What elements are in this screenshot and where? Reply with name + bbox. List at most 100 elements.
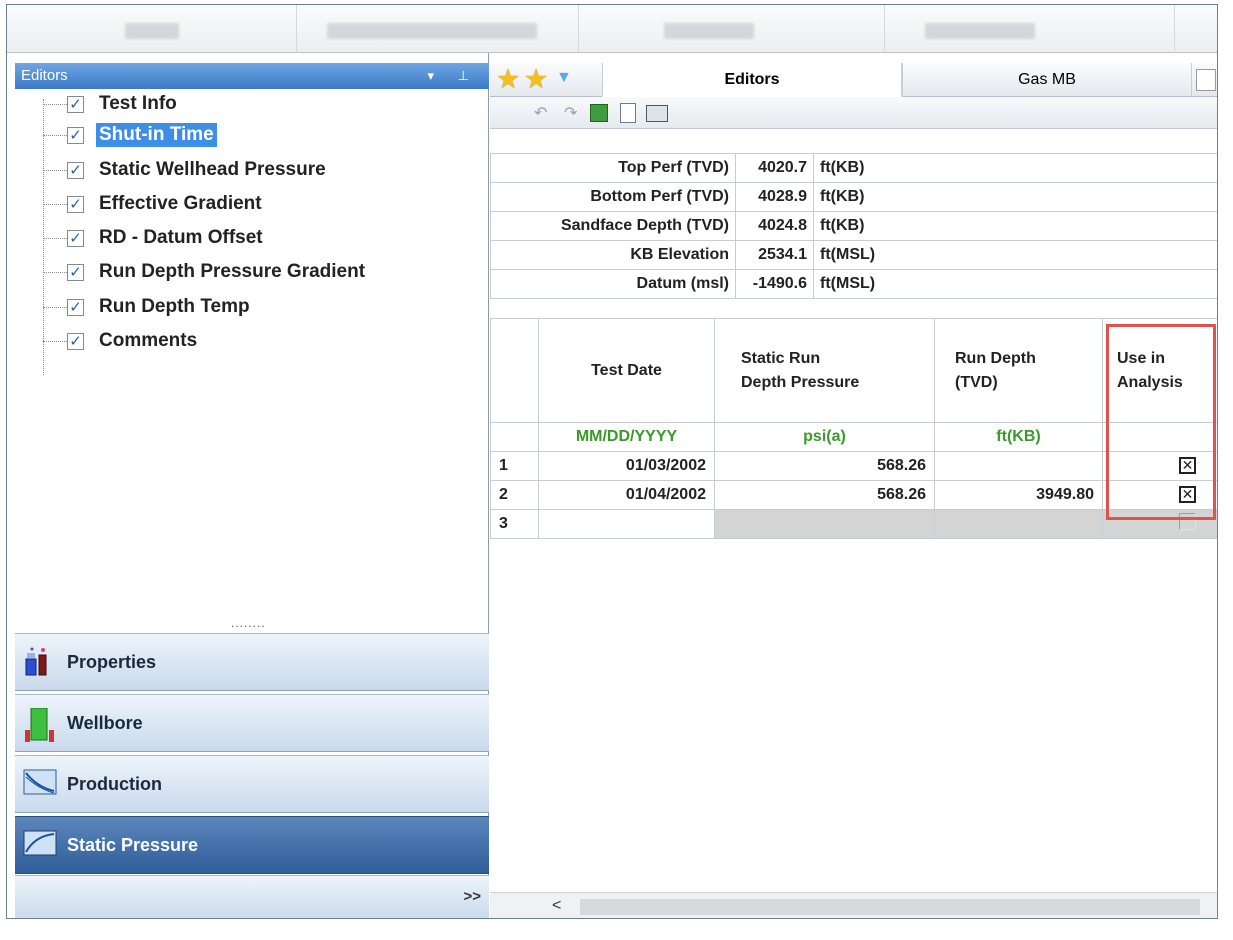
cell-pressure[interactable]: 568.26 bbox=[714, 451, 935, 481]
row-number[interactable]: 3 bbox=[490, 509, 539, 539]
cell-run-depth[interactable]: 3949.80 bbox=[934, 480, 1103, 510]
tree-item[interactable]: ✓ Shut-in Time bbox=[43, 120, 217, 150]
top-tab[interactable] bbox=[579, 5, 885, 53]
horizontal-scrollbar[interactable]: < bbox=[490, 892, 1217, 918]
well-info-unit: ft(MSL) bbox=[813, 269, 1217, 299]
cell-test-date[interactable] bbox=[538, 509, 715, 539]
column-header-test-date[interactable]: Test Date bbox=[538, 318, 715, 423]
top-tab[interactable] bbox=[297, 5, 579, 53]
well-info-label: Bottom Perf (TVD) bbox=[490, 182, 736, 212]
tree-checkbox[interactable]: ✓ bbox=[67, 229, 84, 247]
chevron-down-icon[interactable]: ▼ bbox=[556, 69, 572, 87]
cell-pressure[interactable]: 568.26 bbox=[714, 480, 935, 510]
tab-gas-mb[interactable]: Gas MB bbox=[902, 63, 1192, 97]
tree-connector bbox=[43, 169, 67, 171]
well-info-unit: ft(KB) bbox=[813, 153, 1217, 183]
wellbore-icon bbox=[23, 707, 57, 742]
nav-static-pressure[interactable]: Static Pressure bbox=[15, 816, 489, 874]
well-info-label: Datum (msl) bbox=[490, 269, 736, 299]
row-number[interactable]: 1 bbox=[490, 451, 539, 481]
print-icon[interactable] bbox=[646, 105, 668, 122]
tree-connector bbox=[43, 306, 67, 308]
tree-checkbox[interactable]: ✓ bbox=[67, 195, 84, 213]
well-info-row: Datum (msl) -1490.6 ft(MSL) bbox=[490, 269, 1217, 299]
top-tab[interactable] bbox=[7, 5, 297, 53]
well-info-unit: ft(KB) bbox=[813, 182, 1217, 212]
undo-icon[interactable]: ↶ bbox=[534, 103, 547, 123]
top-tab[interactable] bbox=[885, 5, 1175, 53]
cell-run-depth[interactable] bbox=[934, 509, 1103, 539]
cell-test-date[interactable]: 01/04/2002 bbox=[538, 480, 715, 510]
tree-checkbox[interactable]: ✓ bbox=[67, 263, 84, 281]
column-header-pressure[interactable]: Static Run Depth Pressure bbox=[714, 318, 935, 423]
nav-overflow-button[interactable]: >> bbox=[15, 875, 489, 918]
tab-bar: ★ ★ ▼ Editors Gas MB bbox=[490, 63, 1217, 97]
new-tab-icon[interactable] bbox=[1196, 69, 1216, 91]
well-info-value[interactable]: 4020.7 bbox=[735, 153, 814, 183]
tree-connector bbox=[43, 271, 67, 273]
pressure-chart-icon bbox=[23, 830, 57, 860]
scroll-left-icon[interactable]: < bbox=[552, 897, 561, 915]
tree-connector bbox=[43, 237, 67, 239]
column-header-label: Run Depth bbox=[955, 349, 1036, 367]
nav-wellbore[interactable]: Wellbore bbox=[15, 694, 489, 752]
favorite-star-icon[interactable]: ★ bbox=[496, 66, 520, 93]
grid-corner bbox=[490, 422, 539, 452]
well-info-value[interactable]: 4024.8 bbox=[735, 211, 814, 241]
tree-item[interactable]: ✓ Static Wellhead Pressure bbox=[43, 155, 329, 185]
tab-editors[interactable]: Editors bbox=[602, 63, 902, 97]
nav-label: Production bbox=[67, 773, 162, 794]
tree-item[interactable]: ✓ Run Depth Pressure Gradient bbox=[43, 257, 368, 287]
tree-checkbox[interactable]: ✓ bbox=[67, 95, 84, 113]
cell-run-depth[interactable] bbox=[934, 451, 1103, 481]
well-info-label: KB Elevation bbox=[490, 240, 736, 270]
panel-splitter[interactable]: ........ bbox=[231, 616, 266, 630]
editors-panel-header: Editors ▾ ⊥ bbox=[15, 63, 489, 89]
tree-checkbox[interactable]: ✓ bbox=[67, 126, 84, 144]
redo-icon[interactable]: ↷ bbox=[564, 103, 577, 123]
well-info-label: Sandface Depth (TVD) bbox=[490, 211, 736, 241]
cell-pressure[interactable] bbox=[714, 509, 935, 539]
tree-item-label: Shut-in Time bbox=[96, 123, 217, 147]
print-preview-icon[interactable] bbox=[620, 103, 636, 123]
well-info-unit: ft(MSL) bbox=[813, 240, 1217, 270]
tree-item[interactable]: ✓ Run Depth Temp bbox=[43, 292, 253, 322]
well-info-row: Sandface Depth (TVD) 4024.8 ft(KB) bbox=[490, 211, 1217, 241]
top-toolbar bbox=[7, 5, 1217, 53]
tree-item[interactable]: ✓ Test Info bbox=[43, 89, 180, 119]
column-header-run-depth[interactable]: Run Depth (TVD) bbox=[934, 318, 1103, 423]
excel-export-icon[interactable] bbox=[590, 104, 608, 122]
tree-item-label: Effective Gradient bbox=[99, 193, 262, 214]
pin-icon[interactable]: ▾ ⊥ bbox=[428, 63, 479, 89]
scrollbar-thumb[interactable] bbox=[580, 899, 1200, 915]
tree-item[interactable]: ✓ Comments bbox=[43, 326, 200, 356]
row-number[interactable]: 2 bbox=[490, 480, 539, 510]
add-favorite-star-icon[interactable]: ★ bbox=[524, 66, 548, 93]
unit-cell: psi(a) bbox=[714, 422, 935, 452]
well-info-row: Top Perf (TVD) 4020.7 ft(KB) bbox=[490, 153, 1217, 183]
tree-item[interactable]: ✓ RD - Datum Offset bbox=[43, 223, 266, 253]
tree-connector bbox=[43, 340, 67, 342]
tree-connector bbox=[43, 103, 67, 105]
well-info-value[interactable]: 2534.1 bbox=[735, 240, 814, 270]
cell-test-date[interactable]: 01/03/2002 bbox=[538, 451, 715, 481]
editor-workspace: ★ ★ ▼ Editors Gas MB ↶ ↷ Top Perf (TVD) … bbox=[490, 53, 1217, 918]
nav-label: Wellbore bbox=[67, 712, 143, 733]
tree-item-label: Static Wellhead Pressure bbox=[99, 159, 326, 180]
tree-item-label: Test Info bbox=[99, 93, 177, 114]
tree-checkbox[interactable]: ✓ bbox=[67, 298, 84, 316]
editors-panel: Editors ▾ ⊥ ✓ Test Info ✓ Shut-in Time ✓… bbox=[7, 53, 489, 918]
tree-checkbox[interactable]: ✓ bbox=[67, 161, 84, 179]
nav-production[interactable]: Production bbox=[15, 755, 489, 813]
well-info-table: Top Perf (TVD) 4020.7 ft(KB) Bottom Perf… bbox=[490, 153, 1217, 299]
tree-checkbox[interactable]: ✓ bbox=[67, 332, 84, 350]
column-header-label: Test Date bbox=[591, 361, 662, 379]
well-info-value[interactable]: -1490.6 bbox=[735, 269, 814, 299]
well-info-row: KB Elevation 2534.1 ft(MSL) bbox=[490, 240, 1217, 270]
nav-properties[interactable]: Properties bbox=[15, 633, 489, 691]
application-window: Editors ▾ ⊥ ✓ Test Info ✓ Shut-in Time ✓… bbox=[6, 4, 1218, 919]
well-info-value[interactable]: 4028.9 bbox=[735, 182, 814, 212]
nav-label: Static Pressure bbox=[67, 834, 199, 855]
tree-item[interactable]: ✓ Effective Gradient bbox=[43, 189, 265, 219]
editor-toolbar: ↶ ↷ bbox=[490, 97, 1217, 129]
